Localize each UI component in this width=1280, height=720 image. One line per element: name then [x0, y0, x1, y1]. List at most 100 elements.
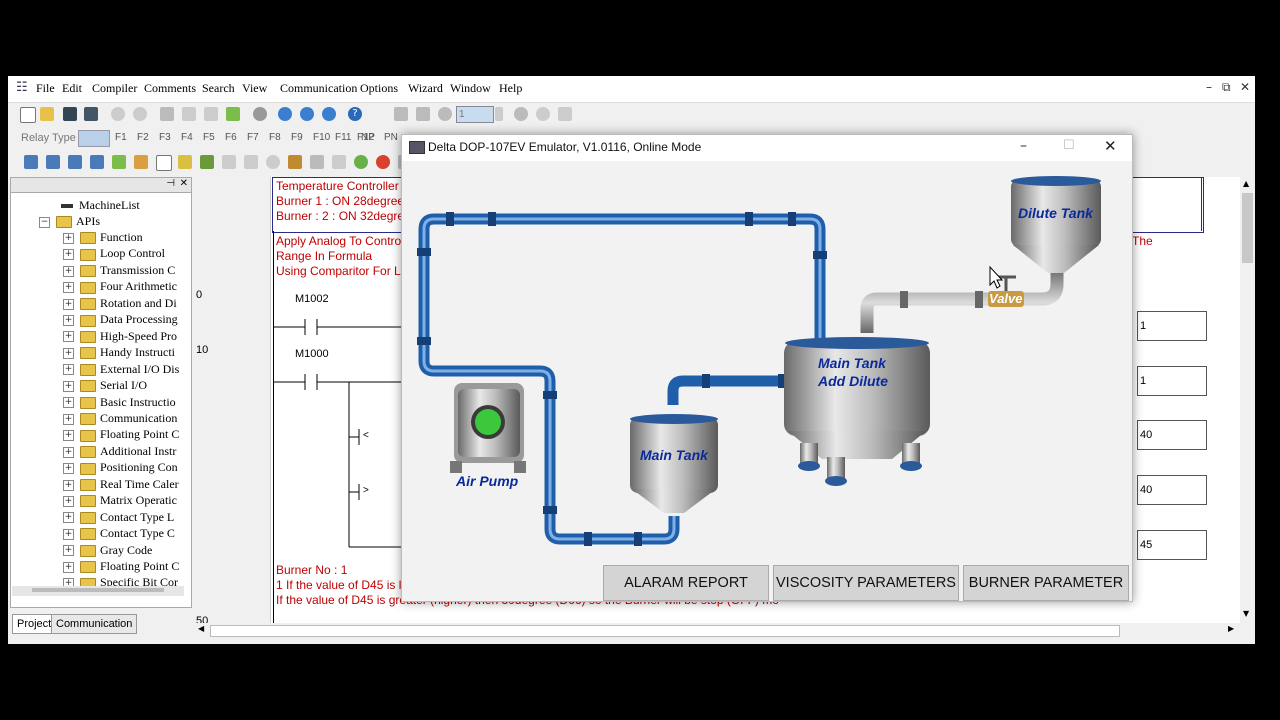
expand-icon[interactable]: +	[63, 495, 74, 507]
zoom-out-icon[interactable]	[322, 107, 336, 121]
expand-icon[interactable]: +	[63, 315, 74, 326]
expand-icon[interactable]: +	[63, 545, 74, 557]
f2-key[interactable]: F2	[137, 132, 149, 143]
f10-key[interactable]: F10	[313, 132, 330, 143]
expand-icon[interactable]: +	[63, 380, 74, 392]
undo-icon[interactable]	[253, 107, 267, 121]
emulator-close-button[interactable]: ✕	[1104, 137, 1117, 155]
instruction-operand[interactable]: 40	[1137, 420, 1207, 450]
f3-key[interactable]: F3	[159, 132, 171, 143]
menu-wizard[interactable]: Wizard	[408, 81, 443, 96]
tool-icon[interactable]	[178, 155, 192, 169]
help-icon[interactable]: ?	[348, 107, 362, 121]
menu-view[interactable]: View	[242, 81, 267, 96]
f6-key[interactable]: F6	[225, 132, 237, 143]
tree-node-api-group[interactable]: + Positioning Con	[63, 459, 178, 475]
menu-file[interactable]: File	[36, 81, 55, 96]
tree-node-api-group[interactable]: + Transmission C	[63, 262, 175, 278]
tree-node-api-group[interactable]: + Handy Instructi	[63, 344, 175, 360]
tree-node-api-group[interactable]: + Additional Instr	[63, 443, 176, 459]
menu-edit[interactable]: Edit	[62, 81, 82, 96]
stop-icon[interactable]	[376, 155, 390, 169]
tool-icon[interactable]	[46, 155, 60, 169]
tree-node-api-group[interactable]: + Contact Type C	[63, 525, 175, 541]
tree-node-api-group[interactable]: + Floating Point C	[63, 558, 179, 574]
expand-icon[interactable]: +	[63, 528, 74, 540]
expand-icon[interactable]: +	[63, 347, 74, 359]
tool-icon[interactable]	[288, 155, 302, 169]
instruction-operand[interactable]: 1	[1137, 311, 1207, 341]
minimize-button[interactable]: –	[1206, 80, 1212, 94]
f7-key[interactable]: F7	[247, 132, 259, 143]
f5-key[interactable]: F5	[203, 132, 215, 143]
tool-icon[interactable]	[134, 155, 148, 169]
tree-node-api-group[interactable]: + Rotation and Di	[63, 295, 177, 311]
expand-icon[interactable]: +	[63, 265, 74, 277]
expand-icon[interactable]: +	[63, 249, 74, 261]
expand-icon[interactable]: +	[63, 430, 74, 442]
ladder-vscrollbar[interactable]: ▲ ▼	[1240, 177, 1255, 623]
close-button[interactable]: ✕	[1240, 80, 1250, 94]
tool-icon[interactable]	[90, 155, 104, 169]
pn-key[interactable]: PN	[384, 132, 398, 143]
tree-node-api-group[interactable]: + External I/O Dis	[63, 361, 179, 377]
tab-communication[interactable]: Communication	[51, 614, 138, 634]
f11-key[interactable]: F11	[335, 132, 352, 143]
tool-icon[interactable]	[200, 155, 214, 169]
expand-icon[interactable]: +	[63, 463, 74, 475]
alarm-report-button[interactable]: ALARAM REPORT	[603, 565, 769, 601]
f9-key[interactable]: F9	[291, 132, 303, 143]
instruction-operand[interactable]: 45	[1137, 530, 1207, 560]
save-all-icon[interactable]	[84, 107, 98, 121]
expand-icon[interactable]: +	[63, 364, 74, 376]
cut-icon[interactable]	[160, 107, 174, 121]
expand-icon[interactable]: +	[63, 232, 74, 244]
expand-icon[interactable]: +	[63, 561, 74, 573]
tool-icon[interactable]	[68, 155, 82, 169]
expand-icon[interactable]: +	[63, 298, 74, 310]
expand-icon[interactable]: +	[63, 397, 74, 409]
instruction-operand[interactable]: 40	[1137, 475, 1207, 505]
f1-key[interactable]: F1	[115, 132, 127, 143]
tree-node-api-group[interactable]: + Function	[63, 229, 143, 245]
tool-icon[interactable]	[112, 155, 126, 169]
menu-search[interactable]: Search	[202, 81, 235, 96]
restore-button[interactable]: ⧉	[1222, 80, 1231, 95]
tree-node-api-group[interactable]: + Data Processing	[63, 311, 178, 327]
close-panel-icon[interactable]: ✕	[180, 178, 188, 189]
run-icon[interactable]	[354, 155, 368, 169]
zoom-icon[interactable]	[278, 107, 292, 121]
np-key[interactable]: NP	[361, 132, 375, 143]
tree-node-api-group[interactable]: + Matrix Operatic	[63, 492, 177, 508]
tool-icon[interactable]	[24, 155, 38, 169]
relay-type-select[interactable]	[78, 130, 110, 147]
tree-node-api-group[interactable]: + Loop Control	[63, 245, 165, 261]
expand-icon[interactable]: +	[63, 282, 74, 294]
tree-node-api-group[interactable]: + Gray Code	[63, 542, 152, 558]
expand-icon[interactable]: +	[63, 512, 74, 524]
menu-help[interactable]: Help	[499, 81, 522, 96]
expand-icon[interactable]: +	[63, 413, 74, 425]
tree-node-api-group[interactable]: + Floating Point C	[63, 426, 179, 442]
tree-node-api-group[interactable]: + Communication	[63, 410, 177, 426]
tree-node-machinelist[interactable]: MachineList	[61, 197, 140, 213]
new-file-icon[interactable]	[20, 107, 36, 123]
grid-icon[interactable]	[156, 155, 172, 171]
station-input[interactable]: 1	[456, 106, 494, 123]
expand-icon[interactable]: +	[63, 446, 74, 458]
tree-scrollbar[interactable]	[12, 586, 184, 596]
tree-node-api-group[interactable]: + Basic Instructio	[63, 394, 176, 410]
f4-key[interactable]: F4	[181, 132, 193, 143]
expand-icon[interactable]: +	[63, 331, 74, 343]
eraser-icon[interactable]	[226, 107, 240, 121]
spinner-icon[interactable]	[495, 107, 503, 121]
expand-icon[interactable]: +	[63, 479, 74, 491]
emulator-minimize-button[interactable]: –	[1020, 138, 1027, 154]
burner-parameter-button[interactable]: BURNER PARAMETER	[963, 565, 1129, 601]
menu-comments[interactable]: Comments	[144, 81, 196, 96]
zoom-in-icon[interactable]	[300, 107, 314, 121]
tree-node-api-group[interactable]: + Real Time Caler	[63, 476, 179, 492]
ladder-hscrollbar[interactable]: ◀ ▶	[194, 623, 1239, 637]
viscosity-parameters-button[interactable]: VISCOSITY PARAMETERS	[773, 565, 959, 601]
tree-node-api-group[interactable]: + High-Speed Pro	[63, 328, 177, 344]
